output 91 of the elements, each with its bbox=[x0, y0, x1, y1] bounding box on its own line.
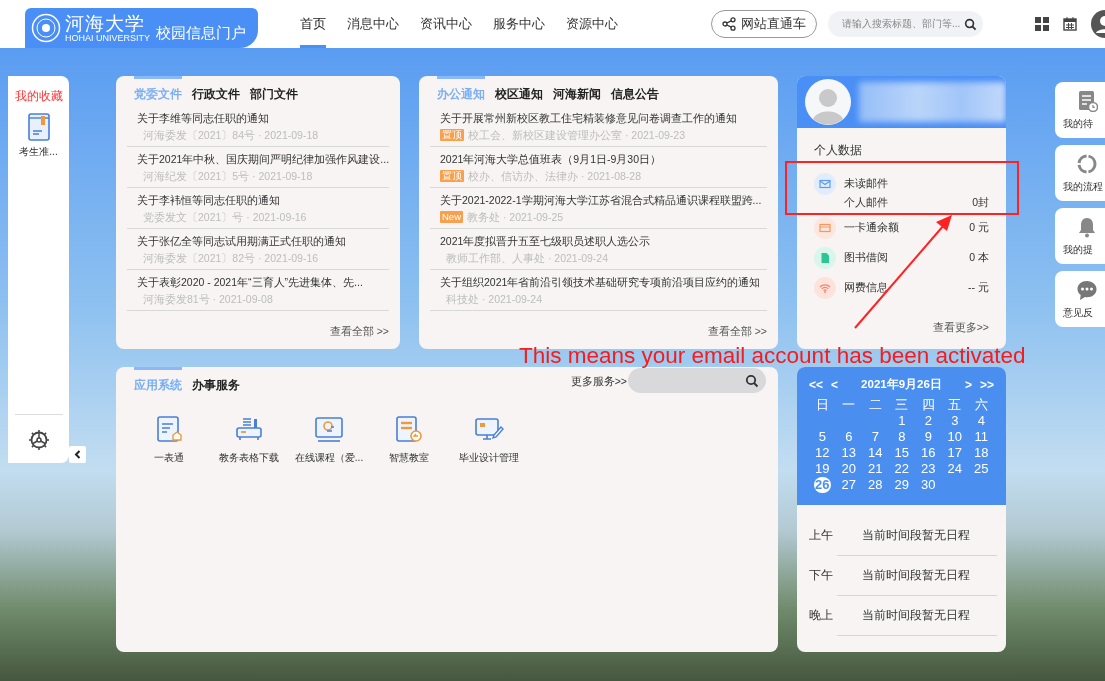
section-title: 个人数据 bbox=[814, 142, 863, 159]
tag-label: 置顶 bbox=[440, 129, 464, 141]
quick-link[interactable]: 意见反 bbox=[1055, 271, 1105, 327]
panel-tab[interactable]: 行政文件 bbox=[192, 76, 240, 103]
collapse-button[interactable] bbox=[69, 446, 86, 463]
stat-label[interactable]: 网费信息 bbox=[844, 281, 961, 295]
schedule-text: 当前时间段暂无日程 bbox=[837, 594, 997, 636]
avatar-icon bbox=[805, 79, 851, 125]
news-title[interactable]: 关于李维等同志任职的通知 bbox=[137, 110, 389, 127]
bell-icon bbox=[1076, 215, 1098, 238]
more-services-link[interactable]: 更多服务>> bbox=[570, 375, 627, 389]
stat-label[interactable]: 图书借阅 bbox=[844, 251, 962, 265]
stat-value: 0 本 bbox=[969, 251, 989, 265]
tag-label: 置顶 bbox=[440, 170, 464, 182]
calendar-title: 2021年9月26日 bbox=[860, 377, 943, 392]
view-more-link[interactable]: 查看更多>> bbox=[932, 321, 989, 335]
app-shortcut[interactable]: 在线课程（爱... bbox=[289, 415, 369, 465]
weekday-label: 六 bbox=[973, 397, 989, 413]
stat-label: 个人邮件 bbox=[844, 196, 889, 210]
quick-link[interactable]: 我的提 bbox=[1055, 208, 1105, 264]
circular-arrows-icon bbox=[1076, 152, 1098, 175]
app-shortcut[interactable]: 毕业设计管理 bbox=[449, 415, 529, 465]
search-icon bbox=[964, 17, 977, 31]
schedule-text: 当前时间段暂无日程 bbox=[837, 514, 997, 556]
search-placeholder: 请输入搜索标题、部门等... bbox=[842, 17, 962, 31]
stat-value: 0 元 bbox=[969, 221, 989, 235]
app-icon bbox=[314, 415, 344, 445]
panel-tab[interactable]: 信息公告 bbox=[611, 76, 659, 103]
chat-bubble-icon bbox=[1076, 278, 1098, 301]
news-title[interactable]: 关于表彰2020 - 2021年“三育人”先进集体、先... bbox=[137, 274, 389, 291]
nav-tab[interactable]: 资源中心 bbox=[566, 0, 618, 48]
wifi-icon bbox=[818, 281, 832, 295]
favorites-title: 我的收藏 bbox=[14, 88, 63, 105]
share-icon bbox=[722, 17, 736, 31]
website-link-button[interactable]: 网站直通车 bbox=[711, 10, 817, 38]
calendar-icon[interactable] bbox=[1063, 17, 1077, 31]
quick-link[interactable]: 我的待 bbox=[1055, 82, 1105, 138]
card-icon bbox=[818, 221, 832, 235]
view-all-link[interactable]: 查看全部 >> bbox=[707, 325, 767, 339]
app-icon bbox=[154, 415, 184, 445]
annotation-text: This means your email account has been activated bbox=[519, 343, 1026, 369]
panel-tab[interactable]: 校区通知 bbox=[495, 76, 543, 103]
logo-text: 河海大学 bbox=[65, 13, 146, 33]
news-title[interactable]: 关于开展常州新校区教工住宅精装修意见问卷调查工作的通知 bbox=[440, 110, 767, 127]
app-shortcut[interactable]: 教务表格下载 bbox=[209, 415, 289, 465]
period-label: 晚上 bbox=[809, 606, 834, 624]
stat-value: 0封 bbox=[972, 196, 989, 210]
news-title[interactable]: 关于张亿全等同志试用期满正式任职的通知 bbox=[137, 233, 389, 250]
stat-label[interactable]: 未读邮件 bbox=[844, 177, 989, 191]
quick-link[interactable]: 我的流程 bbox=[1055, 145, 1105, 201]
stat-value: -- 元 bbox=[968, 281, 989, 295]
stat-label[interactable]: 一卡通余额 bbox=[844, 221, 962, 235]
period-label: 上午 bbox=[809, 526, 834, 544]
app-shortcut[interactable]: 智慧教室 bbox=[369, 415, 449, 465]
news-title[interactable]: 关于2021-2022-1学期河海大学江苏省混合式精品通识课程联盟跨... bbox=[440, 192, 767, 209]
chevron-left-icon bbox=[74, 450, 81, 459]
panel-tab[interactable]: 河海新闻 bbox=[553, 76, 601, 103]
weekday-label: 日 bbox=[814, 397, 830, 413]
mail-icon bbox=[818, 177, 832, 191]
logo-subtitle: HOHAI UNIVERSITY bbox=[65, 33, 150, 43]
search-field[interactable] bbox=[628, 368, 766, 393]
portal-title: 校园信息门户 bbox=[156, 24, 246, 43]
app-shortcut[interactable]: 一表通 bbox=[129, 415, 209, 465]
panel-tab[interactable]: 办事服务 bbox=[192, 367, 240, 394]
nav-tab[interactable]: 消息中心 bbox=[347, 0, 399, 48]
period-label: 下午 bbox=[809, 566, 834, 584]
panel-tab[interactable]: 部门文件 bbox=[250, 76, 298, 103]
news-title[interactable]: 2021年河海大学总值班表（9月1日-9月30日） bbox=[440, 151, 767, 168]
tag-label: New bbox=[440, 211, 463, 223]
news-title[interactable]: 关于组织2021年省前沿引领技术基础研究专项前沿项目应约的通知 bbox=[440, 274, 767, 291]
news-title[interactable]: 关于李袆恒等同志任职的通知 bbox=[137, 192, 389, 209]
weekday-label: 二 bbox=[867, 397, 883, 413]
settings-icon[interactable] bbox=[27, 429, 50, 451]
view-all-link[interactable]: 查看全部 >> bbox=[329, 325, 389, 339]
document-clock-icon bbox=[1076, 89, 1098, 112]
weekday-label: 一 bbox=[841, 397, 857, 413]
weekday-label: 五 bbox=[947, 397, 963, 413]
schedule-text: 当前时间段暂无日程 bbox=[837, 554, 997, 596]
news-title[interactable]: 2021年度拟晋升五至七级职员述职人选公示 bbox=[440, 233, 767, 250]
book-icon bbox=[27, 113, 50, 141]
search-icon bbox=[745, 373, 759, 388]
weekday-label: 四 bbox=[920, 397, 936, 413]
weekday-label: 三 bbox=[894, 397, 910, 413]
university-emblem-icon bbox=[31, 13, 61, 43]
nav-tab[interactable]: 首页 bbox=[300, 0, 326, 48]
nav-tab[interactable]: 资讯中心 bbox=[420, 0, 472, 48]
grid-icon[interactable] bbox=[1035, 17, 1049, 31]
favorite-item[interactable]: 考生准... bbox=[19, 113, 58, 159]
app-icon bbox=[394, 415, 424, 445]
news-title[interactable]: 关于2021年中秋、国庆期间严明纪律加强作风建设... bbox=[137, 151, 389, 168]
nav-tab[interactable]: 服务中心 bbox=[493, 0, 545, 48]
